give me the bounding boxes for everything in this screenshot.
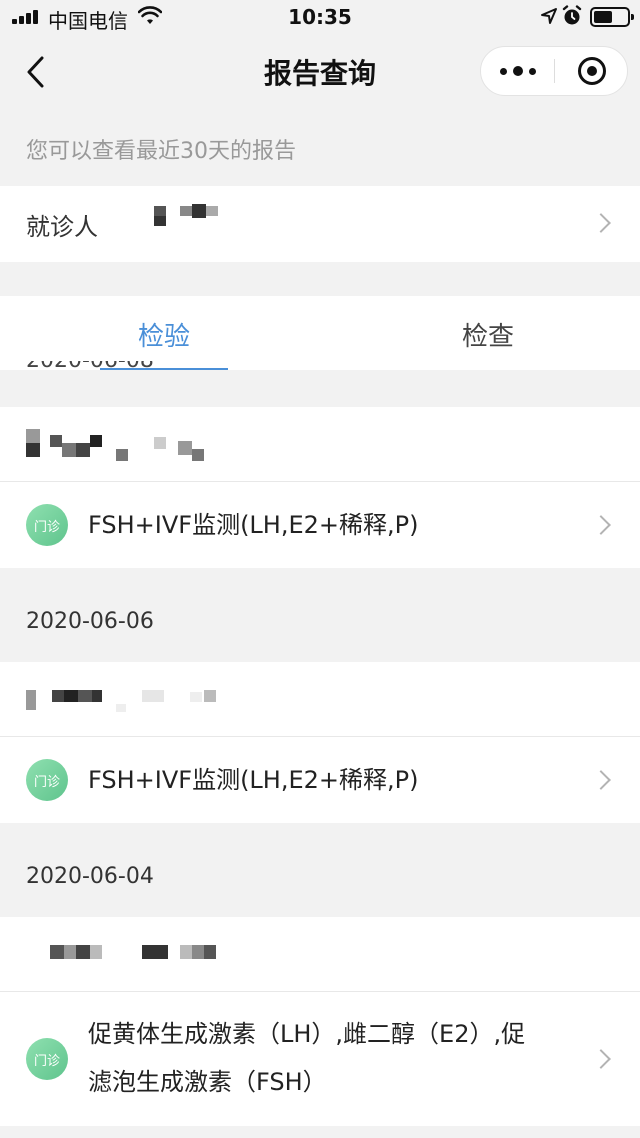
report-name: FSH+IVF监测(LH,E2+稀释,P)	[88, 511, 419, 539]
patient-name-mosaic	[150, 202, 230, 232]
department-name-mosaic	[26, 686, 226, 716]
department-name-mosaic	[26, 429, 226, 465]
report-row[interactable]: 门诊 FSH+IVF监测(LH,E2+稀释,P)	[0, 737, 640, 823]
chevron-right-icon	[591, 1049, 611, 1069]
nav-bar: 报告查询	[0, 36, 640, 108]
report-tabs: 检验 检查	[0, 296, 640, 370]
chevron-right-icon	[591, 213, 611, 233]
patient-label: 就诊人	[26, 213, 98, 241]
report-row[interactable]: 门诊 FSH+IVF监测(LH,E2+稀释,P)	[0, 482, 640, 568]
outpatient-badge: 门诊	[26, 1038, 68, 1080]
tab-lab-test[interactable]: 检验	[4, 316, 324, 353]
tab-examination[interactable]: 检查	[328, 316, 640, 353]
report-name-line-1: 促黄体生成激素（LH）,雌二醇（E2）,促	[88, 1020, 526, 1048]
chevron-right-icon	[591, 515, 611, 535]
report-name: FSH+IVF监测(LH,E2+稀释,P)	[88, 766, 419, 794]
mini-program-capsule	[480, 46, 628, 96]
location-icon	[541, 8, 557, 24]
status-bar: 中国电信 10:35	[0, 0, 640, 36]
department-row	[0, 917, 640, 991]
department-row	[0, 407, 640, 481]
report-range-hint: 您可以查看最近30天的报告	[26, 139, 296, 164]
group-date: 2020-06-04	[26, 864, 154, 889]
department-name-mosaic	[50, 945, 230, 965]
group-date: 2020-06-08	[26, 361, 154, 375]
close-mini-program-icon[interactable]	[578, 57, 606, 85]
capsule-divider	[554, 59, 555, 83]
chevron-right-icon	[591, 770, 611, 790]
alarm-icon	[562, 5, 582, 25]
department-row	[0, 662, 640, 736]
group-date: 2020-06-06	[26, 609, 154, 634]
more-icon[interactable]	[481, 47, 555, 95]
outpatient-badge: 门诊	[26, 504, 68, 546]
report-name-line-2: 滤泡生成激素（FSH）	[88, 1068, 327, 1096]
battery-icon	[590, 7, 634, 27]
patient-selector[interactable]: 就诊人	[0, 186, 640, 262]
outpatient-badge: 门诊	[26, 759, 68, 801]
report-row[interactable]: 门诊 促黄体生成激素（LH）,雌二醇（E2）,促 滤泡生成激素（FSH）	[0, 992, 640, 1126]
